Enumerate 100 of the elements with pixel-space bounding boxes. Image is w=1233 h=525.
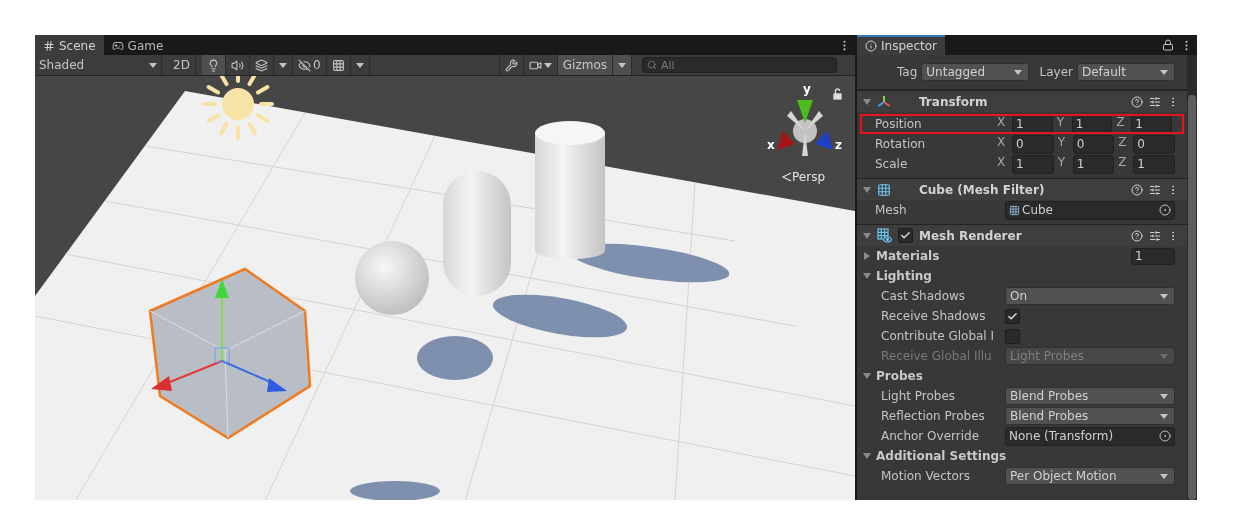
object-picker-icon[interactable] [1159,430,1171,442]
layer-dropdown[interactable]: Default [1077,63,1175,81]
caret-icon [1160,69,1168,75]
foldout-arrow[interactable] [863,452,871,460]
mesh-grid-icon [1009,204,1020,216]
property-label: Scale [875,157,909,171]
object-picker-icon[interactable] [1159,204,1171,216]
help-icon[interactable] [1131,183,1143,196]
axis-label: X [997,134,1007,151]
foldout-arrow[interactable] [863,372,871,380]
dropdown[interactable]: On [1005,287,1175,305]
property-label: Contribute Global I [881,329,996,343]
axis-label: z [835,138,842,152]
component-title: Cube (Mesh Filter) [918,182,1046,197]
caret-icon [149,62,157,68]
tab[interactable]: Game [103,35,172,55]
axis-label: X [997,114,1007,131]
property-label: Receive Shadows [881,309,987,323]
property-label: Anchor Override [881,429,981,443]
number-field[interactable]: 0 [1072,134,1115,154]
eye-off-icon [297,58,311,72]
sliders-icon[interactable] [1149,229,1161,242]
tools-button[interactable] [498,55,524,75]
foldout-arrow[interactable] [863,185,871,194]
property-label: Light Probes [881,389,957,403]
object-field[interactable]: Cube [1005,200,1175,220]
scrollbar[interactable] [1187,55,1197,500]
component-title: Transform [918,94,989,109]
number-field[interactable]: 1 [1131,114,1172,134]
tab[interactable]: Scene [35,35,104,55]
property-label: Reflection Probes [881,409,986,423]
property-label: Cast Shadows [881,289,967,303]
speaker-icon [230,58,244,72]
mesh-renderer-icon [877,228,892,243]
section-label[interactable]: Probes [871,369,1175,383]
sliders-icon[interactable] [1149,183,1161,196]
caret-icon [355,62,364,68]
foldout-arrow[interactable] [863,252,871,260]
grid-icon [331,58,345,72]
toolbar-toggle[interactable] [201,55,226,75]
checkbox[interactable] [898,228,913,243]
help-icon[interactable] [1131,229,1143,242]
property-label: Mesh [875,203,908,217]
caret-icon [1160,413,1168,419]
checkbox[interactable] [1005,308,1020,324]
number-field[interactable]: 0 [1133,134,1175,154]
hash-icon [43,40,55,52]
menu-button[interactable] [613,55,632,75]
sliders-icon[interactable] [1149,95,1161,108]
foldout-arrow[interactable] [863,231,871,240]
checkbox[interactable] [1005,328,1020,344]
dropdown[interactable]: Blend Probes [1005,387,1175,405]
caret-icon [1014,69,1023,75]
scene-view[interactable]: x y z Persp [35,76,855,500]
help-icon[interactable] [1131,95,1143,108]
object-field[interactable]: None (Transform) [1005,426,1175,446]
orientation-gizmo[interactable] [777,100,833,156]
number-field[interactable]: 1 [1072,154,1115,174]
component-header[interactable]: Transform [857,90,1187,112]
lock-icon[interactable] [833,88,842,100]
tag-label: Tag [897,65,918,79]
tag-dropdown[interactable]: Untagged [921,63,1030,81]
projection-label[interactable]: Persp [792,170,825,184]
lock-icon[interactable] [1162,39,1174,51]
transform-icon [877,94,891,109]
axis-label: x [767,138,775,152]
gizmos-button[interactable]: Gizmos [557,55,613,75]
section-label[interactable]: Lighting [871,269,1175,283]
axis-label: Z [1118,154,1128,171]
foldout-arrow[interactable] [863,272,871,280]
caret-icon [1160,293,1168,299]
number-field[interactable]: 1 [1071,114,1113,134]
property-label: Position [875,117,923,131]
property-label: Rotation [875,137,927,151]
component-header[interactable]: Cube (Mesh Filter) [857,178,1187,200]
number-field[interactable]: 1 [1133,154,1175,174]
check-icon [1007,310,1018,322]
section-label[interactable]: Additional Settings [871,449,1175,463]
check-icon [900,230,911,241]
axis-label: y [803,82,811,96]
section-label[interactable]: Materials [871,249,1131,263]
axis-label: X [997,154,1007,171]
tab[interactable]: Inspector [857,35,945,55]
property-label: Motion Vectors [881,469,971,483]
component-title: Mesh Renderer [919,228,1023,243]
mesh-grid-icon [877,182,891,197]
dropdown[interactable]: Blend Probes [1005,407,1175,425]
property-label: Receive Global Illu [881,349,993,363]
count-field[interactable]: 1 [1131,247,1175,265]
number-field[interactable]: 1 [1012,154,1054,174]
foldout-arrow[interactable] [863,97,871,106]
caret-icon [543,62,552,68]
caret-icon [278,62,287,68]
component-header[interactable]: Mesh Renderer [857,224,1187,246]
number-field[interactable]: 1 [1012,114,1053,134]
number-field[interactable]: 0 [1012,134,1054,154]
dropdown[interactable]: Per Object Motion [1005,467,1175,485]
caret-icon [618,62,626,68]
search-icon [647,60,657,70]
sun-icon [202,76,274,140]
